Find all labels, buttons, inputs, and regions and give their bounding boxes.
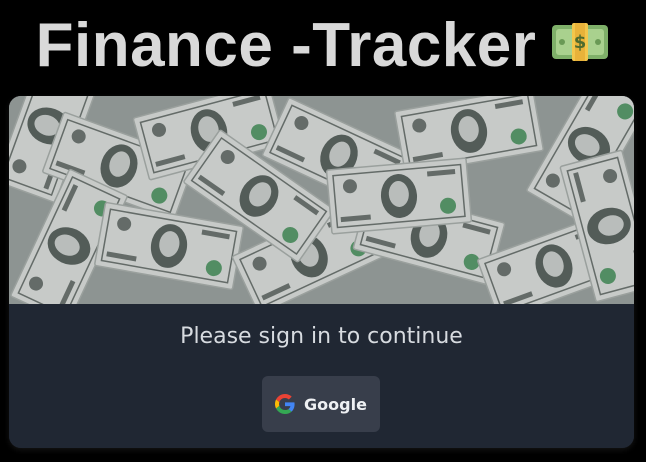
dollar-banknote-icon: $ <box>550 21 610 61</box>
dollar-bills-photo <box>9 96 634 304</box>
sign-in-card: Please sign in to continue Google <box>9 96 634 448</box>
google-g-icon <box>275 394 295 414</box>
sign-in-panel: Please sign in to continue Google <box>9 304 634 448</box>
google-button-label: Google <box>304 394 367 414</box>
google-sign-in-button[interactable]: Google <box>262 376 380 432</box>
page-title: Finance -Tracker <box>35 10 537 80</box>
sign-in-prompt: Please sign in to continue <box>180 324 463 349</box>
svg-text:$: $ <box>574 32 587 53</box>
header: Finance -Tracker $ <box>0 0 646 90</box>
